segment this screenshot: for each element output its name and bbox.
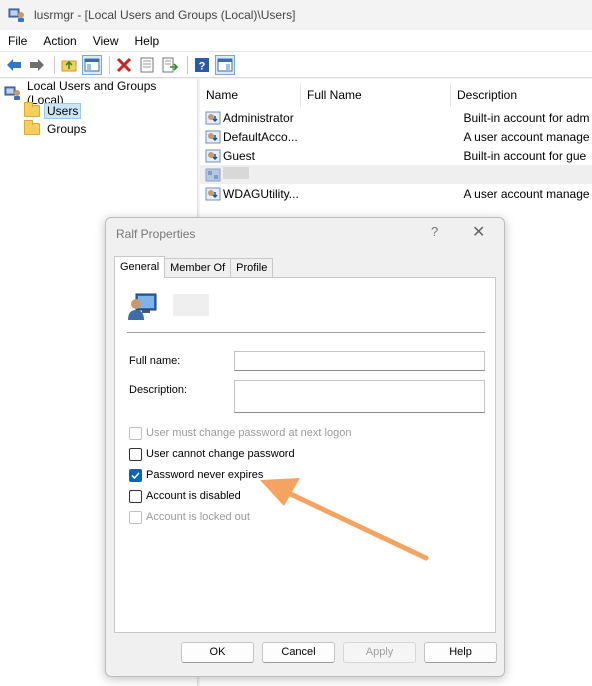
computer-management-icon [4,85,22,101]
checkbox-box [129,489,142,503]
svg-text:?: ? [199,60,206,72]
up-folder-icon[interactable] [59,55,79,75]
toolbar-separator [54,55,55,74]
checkbox-box [129,447,142,461]
tree-item-groups[interactable]: Groups [24,120,89,138]
checkbox-label: Account is disabled [146,490,241,502]
checkbox-box-checked [129,468,142,482]
description-field[interactable] [234,380,485,413]
ok-button[interactable]: OK [181,642,254,663]
user-icon [205,148,221,164]
tab-general[interactable]: General [114,256,166,278]
tree-groups-label: Groups [47,122,87,136]
checkbox-label: User cannot change password [146,448,295,460]
username-redacted [173,294,209,316]
divider [127,332,485,333]
window-title: lusrmgr - [Local Users and Groups (Local… [34,8,296,22]
apply-button[interactable]: Apply [343,642,416,663]
table-row[interactable]: WDAGUtility... A user account manage [200,184,592,203]
menu-file[interactable]: File [0,34,35,48]
user-icon [205,186,221,202]
checkbox-label: User must change password at next logon [146,427,352,439]
table-row-redacted[interactable] [200,165,592,184]
check-mark-icon [131,471,140,479]
row-name: Guest [223,148,256,163]
toolbar-separator [187,55,188,74]
row-name: Administrator [223,110,294,125]
row-description: A user account manage [463,129,590,144]
show-hide-tree-icon[interactable] [82,54,102,75]
show-action-pane-icon[interactable] [215,54,235,75]
tree-item-users[interactable]: Users [24,102,82,120]
row-name: DefaultAcco... [223,129,298,144]
checkbox-box [129,426,142,440]
description-label: Description: [129,384,188,396]
folder-icon [24,102,40,117]
checkbox-account-disabled[interactable]: Account is disabled [129,488,241,504]
tab-profile[interactable]: Profile [230,258,274,278]
user-properties-dialog: Ralf Properties ? ✕ General Member Of Pr… [105,217,505,677]
checkbox-label: Password never expires [146,469,264,481]
column-header-full-name[interactable]: Full Name [301,83,451,107]
toolbar-separator [109,55,110,74]
dialog-help-icon[interactable]: ? [431,224,438,239]
checkbox-must-change-password[interactable]: User must change password at next logon [129,425,351,441]
table-row[interactable]: Administrator Built-in account for adm [200,108,592,127]
close-icon[interactable]: ✕ [472,222,485,242]
list-header: Name Full Name Description [200,83,592,107]
dialog-title: Ralf Properties [116,227,196,241]
menu-bar: File Action View Help [0,30,592,52]
properties-icon[interactable] [137,55,157,75]
back-arrow-icon[interactable] [4,55,24,75]
help-button[interactable]: Help [424,642,497,663]
row-name: WDAGUtility... [223,186,299,201]
toolbar: ? [0,52,592,78]
cancel-button[interactable]: Cancel [262,642,335,663]
row-description: Built-in account for adm [463,110,590,125]
general-tab-panel: Full name: Description: User must change… [114,277,496,633]
computer-management-icon [8,7,26,23]
user-account-icon [127,290,159,322]
checkbox-box [129,510,142,524]
tab-member-of[interactable]: Member Of [164,258,232,278]
user-icon [205,129,221,145]
forward-arrow-icon[interactable] [27,55,47,75]
checkbox-label: Account is locked out [146,511,250,523]
tree-users-label: Users [44,103,82,119]
row-name-redacted [223,167,323,182]
help-icon[interactable]: ? [192,55,212,75]
tree-item-root[interactable]: Local Users and Groups (Local) [4,79,197,107]
export-list-icon[interactable] [160,55,180,75]
table-row[interactable]: DefaultAcco... A user account manage [200,127,592,146]
menu-action[interactable]: Action [35,34,84,48]
checkbox-cannot-change-password[interactable]: User cannot change password [129,446,295,462]
delete-icon[interactable] [114,55,134,75]
user-icon [205,110,221,126]
title-bar: lusrmgr - [Local Users and Groups (Local… [0,0,592,30]
full-name-label: Full name: [129,355,181,367]
checkbox-password-never-expires[interactable]: Password never expires [129,467,263,483]
menu-help[interactable]: Help [127,34,168,48]
checkbox-account-locked-out[interactable]: Account is locked out [129,509,250,525]
row-description: Built-in account for gue [463,148,587,163]
user-icon [205,167,221,183]
redaction-block [223,167,249,179]
full-name-field[interactable] [234,351,485,371]
row-description: A user account manage [463,186,590,201]
folder-icon [24,120,40,135]
table-row[interactable]: Guest Built-in account for gue [200,146,592,165]
column-header-name[interactable]: Name [200,83,301,107]
tab-strip: General Member Of Profile [114,256,274,278]
column-header-description[interactable]: Description [451,83,592,107]
menu-view[interactable]: View [85,34,127,48]
